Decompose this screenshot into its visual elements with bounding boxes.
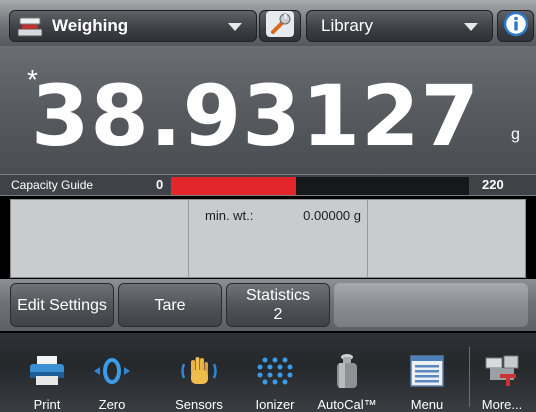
softkey-row: Edit Settings Tare Statistics 2 (0, 279, 536, 331)
nav-divider (469, 347, 470, 407)
weight-readout: 38.93127 (30, 67, 480, 165)
hand-sensor-icon (177, 347, 221, 395)
library-label: Library (321, 16, 373, 35)
application-label: Weighing (52, 16, 129, 35)
reference-field-3 (368, 200, 525, 277)
nav-ionizer[interactable]: Ionizer (246, 333, 304, 412)
nav-autocal[interactable]: AutoCal™ (317, 333, 377, 412)
min-weight-label: min. wt.: (205, 208, 254, 223)
nav-more-label: More... (481, 397, 523, 412)
capacity-guide: Capacity Guide 0 220 (0, 174, 536, 196)
capacity-guide-label: Capacity Guide (11, 178, 94, 192)
edit-settings-button[interactable]: Edit Settings (10, 283, 114, 327)
settings-button[interactable] (259, 10, 301, 42)
nav-zero[interactable]: Zero (83, 333, 141, 412)
reference-field-1 (11, 200, 189, 277)
autocal-weight-icon (325, 347, 369, 395)
edit-settings-label: Edit Settings (17, 296, 107, 314)
reference-fields-panel: min. wt.: 0.00000 g (10, 199, 526, 278)
bottom-navigation: Print Zero Sensors Ionizer AutoCal™ Menu… (0, 333, 536, 412)
ionizer-icon (253, 347, 297, 395)
nav-menu[interactable]: Menu (398, 333, 456, 412)
tare-button[interactable]: Tare (118, 283, 222, 327)
library-select[interactable]: Library (306, 10, 493, 42)
min-weight-value: 0.00000 g (303, 208, 361, 223)
top-bar: Weighing Library (0, 0, 536, 46)
capacity-bar-fill (171, 177, 297, 195)
nav-print[interactable]: Print (18, 333, 76, 412)
menu-icon (405, 347, 449, 395)
printer-icon (25, 347, 69, 395)
nav-more[interactable]: More... (473, 333, 531, 412)
capacity-min: 0 (156, 177, 164, 192)
chevron-down-icon (228, 23, 242, 31)
nav-sensors-label: Sensors (175, 397, 223, 412)
nav-zero-label: Zero (98, 397, 126, 412)
application-select[interactable]: Weighing (9, 10, 257, 42)
chevron-down-icon (464, 23, 478, 31)
statistics-button[interactable]: Statistics 2 (226, 283, 330, 327)
weight-unit[interactable]: g (511, 126, 520, 144)
zero-icon (90, 347, 134, 395)
info-icon (503, 11, 529, 42)
nav-print-label: Print (33, 397, 61, 412)
nav-autocal-label: AutoCal™ (317, 397, 377, 412)
capacity-bar (171, 177, 469, 195)
nav-sensors[interactable]: Sensors (170, 333, 228, 412)
capacity-max: 220 (482, 177, 504, 192)
tare-label: Tare (154, 296, 186, 314)
nav-ionizer-label: Ionizer (255, 397, 295, 412)
statistics-label: Statistics (245, 287, 310, 304)
more-icon (480, 347, 524, 395)
info-button[interactable] (497, 10, 534, 42)
empty-softkey (334, 283, 528, 327)
reference-field-min-weight: min. wt.: 0.00000 g (189, 200, 368, 277)
nav-menu-label: Menu (410, 397, 444, 412)
statistics-count: 2 (273, 306, 283, 323)
weight-display: * 38.93127 g (0, 46, 536, 174)
wrench-icon (266, 10, 294, 42)
balance-icon (10, 11, 50, 41)
